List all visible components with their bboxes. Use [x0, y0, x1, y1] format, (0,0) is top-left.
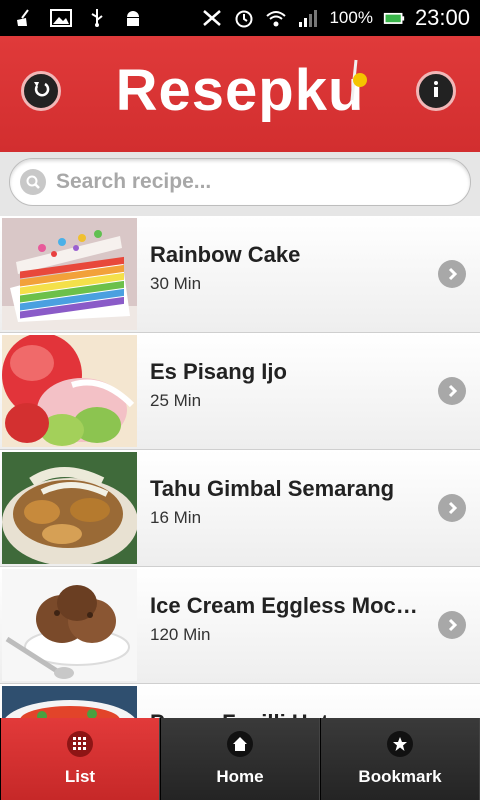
- back-icon: [30, 78, 52, 105]
- info-button[interactable]: [416, 71, 456, 111]
- tab-label: Bookmark: [358, 767, 442, 786]
- recipe-time: 30 Min: [150, 274, 202, 293]
- battery-percent: 100%: [329, 8, 373, 27]
- recipe-name: Penne Fusilli Hot: [150, 710, 420, 718]
- recipe-text: Penne Fusilli Hot: [150, 710, 420, 718]
- app-title: Resepku: [115, 57, 365, 123]
- recipe-text: Ice Cream Eggless Moc… 120 Min: [150, 593, 420, 645]
- chevron-right-icon: [438, 260, 466, 288]
- tab-label: Home: [216, 767, 264, 786]
- recipe-thumbnail: [2, 569, 137, 681]
- recipe-thumbnail: [2, 335, 137, 447]
- recipe-thumbnail: [2, 452, 137, 564]
- battery-icon: [383, 8, 405, 28]
- chevron-right-icon: [438, 377, 466, 405]
- recipe-row[interactable]: Penne Fusilli Hot: [0, 684, 480, 718]
- recipe-name: Rainbow Cake: [150, 242, 301, 267]
- search-icon: [20, 169, 46, 195]
- recipe-list: Rainbow Cake 30 Min Es Pisang Ijo 25 Min…: [0, 216, 480, 718]
- recipe-text: Tahu Gimbal Semarang 16 Min: [150, 476, 420, 528]
- search-field[interactable]: [9, 158, 471, 206]
- broom-icon: [14, 8, 36, 28]
- recipe-row[interactable]: Rainbow Cake 30 Min: [0, 216, 480, 333]
- search-input[interactable]: [56, 170, 436, 194]
- app-header: Resepku: [0, 36, 480, 152]
- recipe-name: Es Pisang Ijo: [150, 359, 287, 384]
- straw-logo-icon: [338, 56, 378, 106]
- chevron-right-icon: [438, 494, 466, 522]
- recipe-thumbnail: [2, 218, 137, 330]
- status-bar: 100% 23:00: [0, 0, 480, 36]
- recipe-thumbnail: [2, 686, 137, 718]
- no-signal-icon: [201, 8, 223, 28]
- recipe-row[interactable]: Tahu Gimbal Semarang 16 Min: [0, 450, 480, 567]
- recipe-name: Ice Cream Eggless Moc…: [150, 593, 418, 618]
- signal-icon: [297, 8, 319, 28]
- search-bar-container: [0, 152, 480, 216]
- recipe-time: 120 Min: [150, 625, 211, 644]
- app-screen: 100% 23:00 Resepku Search recipe... Rain…: [0, 0, 480, 800]
- grid-icon: [67, 731, 93, 757]
- recipe-time: 16 Min: [150, 508, 202, 527]
- recipe-row[interactable]: Es Pisang Ijo 25 Min: [0, 333, 480, 450]
- home-icon: [227, 731, 253, 757]
- chevron-right-icon: [438, 611, 466, 639]
- android-icon: [122, 8, 144, 28]
- tab-bookmark[interactable]: Bookmark: [320, 718, 480, 800]
- recipe-text: Rainbow Cake 30 Min: [150, 242, 420, 294]
- recipe-name: Tahu Gimbal Semarang: [150, 476, 395, 501]
- alarm-icon: [233, 8, 255, 28]
- usb-icon: [86, 8, 108, 28]
- wifi-icon: [265, 8, 287, 28]
- recipe-time: 25 Min: [150, 391, 202, 410]
- image-icon: [50, 8, 72, 28]
- recipe-row[interactable]: Ice Cream Eggless Moc… 120 Min: [0, 567, 480, 684]
- info-icon: [425, 78, 447, 105]
- clock-time: 23:00: [414, 5, 470, 30]
- bottom-tab-bar: List Home Bookmark: [0, 718, 480, 800]
- star-icon: [387, 731, 413, 757]
- tab-home[interactable]: Home: [160, 718, 320, 800]
- back-button[interactable]: [21, 71, 61, 111]
- tab-label: List: [64, 767, 96, 786]
- recipe-text: Es Pisang Ijo 25 Min: [150, 359, 420, 411]
- tab-list[interactable]: List: [0, 718, 160, 800]
